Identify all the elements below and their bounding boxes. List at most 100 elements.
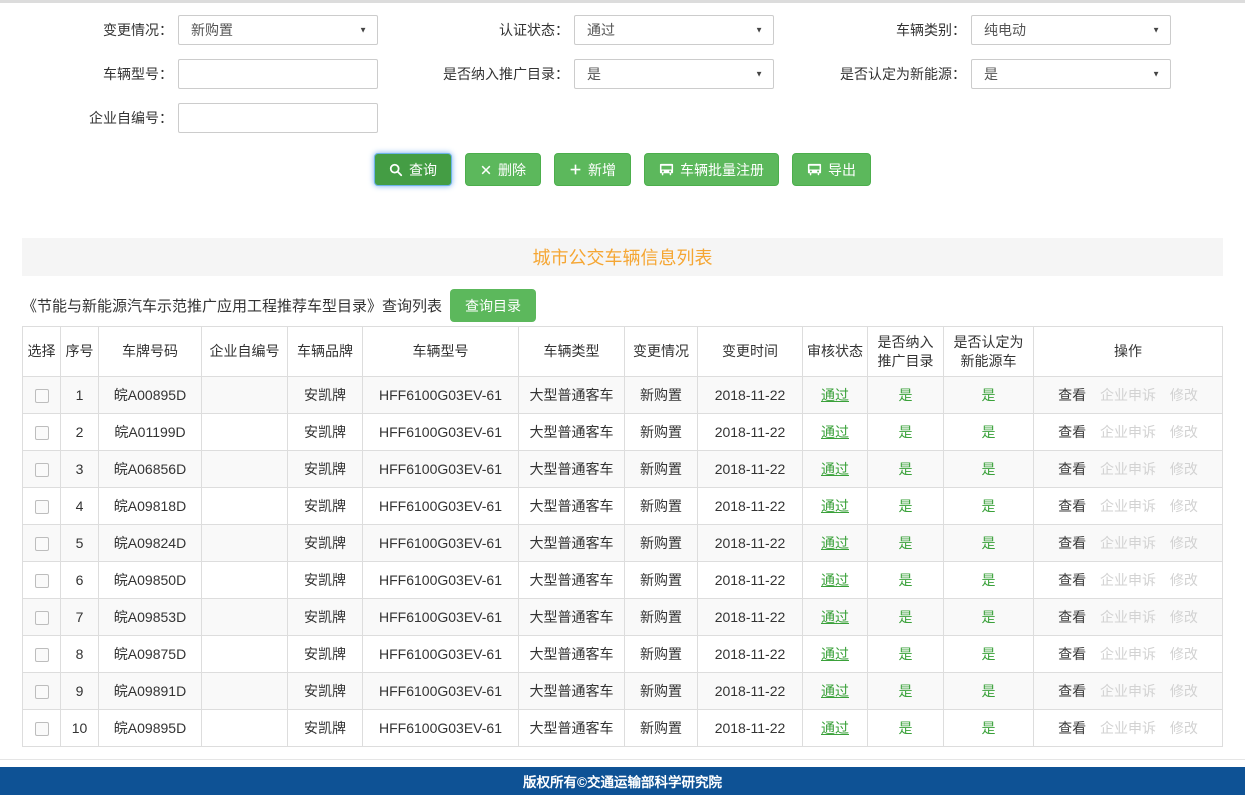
row-checkbox[interactable]: [35, 426, 49, 440]
row-type: 大型普通客车: [519, 562, 625, 599]
row-seq: 6: [61, 562, 99, 599]
row-self-no: [202, 451, 288, 488]
promo-catalog-select[interactable]: 是 ▼: [574, 59, 774, 89]
row-checkbox[interactable]: [35, 648, 49, 662]
appeal-link[interactable]: 企业申诉: [1100, 572, 1156, 588]
row-change: 新购置: [625, 451, 698, 488]
row-self-no: [202, 710, 288, 747]
status-link[interactable]: 通过: [821, 498, 849, 514]
edit-link[interactable]: 修改: [1170, 609, 1198, 625]
edit-link[interactable]: 修改: [1170, 498, 1198, 514]
row-checkbox[interactable]: [35, 537, 49, 551]
status-link[interactable]: 通过: [821, 683, 849, 699]
view-link[interactable]: 查看: [1058, 720, 1086, 736]
col-brand: 车辆品牌: [288, 327, 363, 377]
add-button[interactable]: 新增: [554, 153, 631, 186]
col-change: 变更情况: [625, 327, 698, 377]
row-select-cell: [23, 451, 61, 488]
view-link[interactable]: 查看: [1058, 646, 1086, 662]
view-link[interactable]: 查看: [1058, 461, 1086, 477]
appeal-link[interactable]: 企业申诉: [1100, 609, 1156, 625]
status-link[interactable]: 通过: [821, 609, 849, 625]
footer: 版权所有©交通运输部科学研究院: [0, 767, 1245, 795]
search-button[interactable]: 查询: [374, 153, 452, 186]
vehicle-model-input[interactable]: [191, 60, 367, 88]
row-date: 2018-11-22: [698, 377, 803, 414]
vehicle-category-label: 车辆类别：: [774, 20, 971, 40]
edit-link[interactable]: 修改: [1170, 387, 1198, 403]
col-select: 选择: [23, 327, 61, 377]
appeal-link[interactable]: 企业申诉: [1100, 646, 1156, 662]
status-link[interactable]: 通过: [821, 424, 849, 440]
appeal-link[interactable]: 企业申诉: [1100, 498, 1156, 514]
row-brand: 安凯牌: [288, 525, 363, 562]
view-link[interactable]: 查看: [1058, 535, 1086, 551]
edit-link[interactable]: 修改: [1170, 720, 1198, 736]
query-catalog-button[interactable]: 查询目录: [450, 289, 536, 322]
row-promo: 是: [868, 710, 944, 747]
self-number-label: 企业自编号：: [22, 108, 178, 128]
row-checkbox[interactable]: [35, 389, 49, 403]
delete-button[interactable]: 删除: [465, 153, 541, 186]
col-date: 变更时间: [698, 327, 803, 377]
view-link[interactable]: 查看: [1058, 609, 1086, 625]
status-link[interactable]: 通过: [821, 461, 849, 477]
view-link[interactable]: 查看: [1058, 683, 1086, 699]
appeal-link[interactable]: 企业申诉: [1100, 535, 1156, 551]
status-link[interactable]: 通过: [821, 535, 849, 551]
row-checkbox[interactable]: [35, 611, 49, 625]
row-self-no: [202, 636, 288, 673]
appeal-link[interactable]: 企业申诉: [1100, 387, 1156, 403]
appeal-link[interactable]: 企业申诉: [1100, 720, 1156, 736]
export-button-label: 导出: [828, 160, 856, 180]
col-promo: 是否纳入推广目录: [868, 327, 944, 377]
row-change: 新购置: [625, 377, 698, 414]
edit-link[interactable]: 修改: [1170, 646, 1198, 662]
status-link[interactable]: 通过: [821, 720, 849, 736]
row-date: 2018-11-22: [698, 636, 803, 673]
new-energy-label: 是否认定为新能源：: [774, 64, 971, 84]
row-checkbox[interactable]: [35, 463, 49, 477]
row-model: HFF6100G03EV-61: [363, 525, 519, 562]
batch-register-button[interactable]: 车辆批量注册: [644, 153, 779, 186]
cert-status-select[interactable]: 通过 ▼: [574, 15, 774, 45]
row-new-energy: 是: [944, 488, 1034, 525]
col-type: 车辆类型: [519, 327, 625, 377]
row-checkbox[interactable]: [35, 574, 49, 588]
row-select-cell: [23, 636, 61, 673]
appeal-link[interactable]: 企业申诉: [1100, 683, 1156, 699]
edit-link[interactable]: 修改: [1170, 535, 1198, 551]
row-checkbox[interactable]: [35, 685, 49, 699]
edit-link[interactable]: 修改: [1170, 461, 1198, 477]
row-checkbox[interactable]: [35, 722, 49, 736]
row-promo: 是: [868, 673, 944, 710]
row-change: 新购置: [625, 414, 698, 451]
view-link[interactable]: 查看: [1058, 387, 1086, 403]
view-link[interactable]: 查看: [1058, 424, 1086, 440]
row-seq: 9: [61, 673, 99, 710]
row-model: HFF6100G03EV-61: [363, 451, 519, 488]
status-link[interactable]: 通过: [821, 572, 849, 588]
table-header-row: 选择 序号 车牌号码 企业自编号 车辆品牌 车辆型号 车辆类型 变更情况 变更时…: [23, 327, 1223, 377]
vehicle-category-select[interactable]: 纯电动 ▼: [971, 15, 1171, 45]
view-link[interactable]: 查看: [1058, 572, 1086, 588]
appeal-link[interactable]: 企业申诉: [1100, 424, 1156, 440]
row-status: 通过: [803, 599, 868, 636]
table-body: 1 皖A00895D 安凯牌 HFF6100G03EV-61 大型普通客车 新购…: [23, 377, 1223, 747]
edit-link[interactable]: 修改: [1170, 572, 1198, 588]
export-button[interactable]: 导出: [792, 153, 871, 186]
edit-link[interactable]: 修改: [1170, 424, 1198, 440]
chevron-down-icon: ▼: [755, 70, 763, 79]
self-number-input[interactable]: [191, 104, 367, 132]
new-energy-select[interactable]: 是 ▼: [971, 59, 1171, 89]
appeal-link[interactable]: 企业申诉: [1100, 461, 1156, 477]
status-link[interactable]: 通过: [821, 646, 849, 662]
change-status-select[interactable]: 新购置 ▼: [178, 15, 378, 45]
row-ops: 查看 企业申诉 修改: [1034, 562, 1223, 599]
bus-icon: [807, 162, 822, 177]
row-seq: 2: [61, 414, 99, 451]
edit-link[interactable]: 修改: [1170, 683, 1198, 699]
view-link[interactable]: 查看: [1058, 498, 1086, 514]
status-link[interactable]: 通过: [821, 387, 849, 403]
row-checkbox[interactable]: [35, 500, 49, 514]
